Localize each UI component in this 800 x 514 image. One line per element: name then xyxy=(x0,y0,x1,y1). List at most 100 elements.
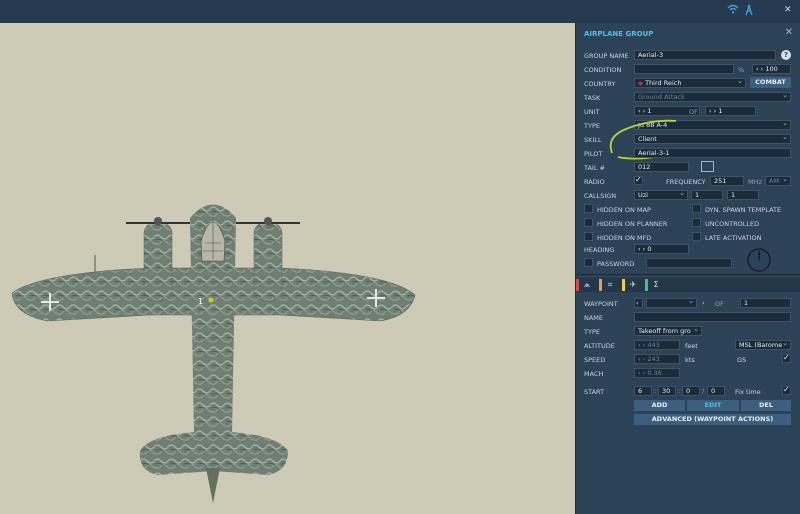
delete-waypoint-button[interactable]: DEL xyxy=(741,400,791,411)
fix-time-label: Fix time xyxy=(735,388,761,396)
help-icon[interactable]: ? xyxy=(781,50,791,60)
colon-2: : xyxy=(678,387,681,395)
heading-label: HEADING xyxy=(584,246,615,254)
hidden-on-map-checkbox[interactable] xyxy=(584,204,593,213)
antenna-icon[interactable] xyxy=(744,4,754,19)
condition-value: 100 xyxy=(765,65,778,73)
condition-label: CONDITION xyxy=(584,66,622,74)
tab-summary[interactable]: Σ xyxy=(645,278,667,292)
password-checkbox[interactable] xyxy=(584,258,593,267)
panel-title: AIRPLANE GROUP xyxy=(584,30,654,38)
heading-value: 0 xyxy=(647,245,652,253)
late-activation-checkbox[interactable] xyxy=(692,232,701,241)
pilot-label: PILOT xyxy=(584,150,603,158)
edit-waypoint-button[interactable]: EDIT xyxy=(687,400,739,411)
group-name-input[interactable]: Aerial-3 xyxy=(634,50,776,60)
waypoint-name-input[interactable] xyxy=(634,312,791,322)
uncontrolled-checkbox[interactable] xyxy=(692,218,701,227)
start-fraction[interactable]: 0 xyxy=(707,386,725,396)
task-select[interactable]: Ground Attack xyxy=(634,92,791,102)
route-tab-stripe xyxy=(576,279,579,291)
callsign-number-2[interactable]: 1 xyxy=(727,190,759,200)
tab-route[interactable]: ⩕ xyxy=(576,278,598,292)
modulation-select[interactable]: AM xyxy=(765,176,791,186)
unit-count-input[interactable]: ‹ › 1 xyxy=(705,106,756,116)
country-value: Third Reich xyxy=(645,79,682,87)
close-icon[interactable]: ✕ xyxy=(784,5,792,15)
speed-input[interactable]: ‹ › 243 xyxy=(634,354,680,364)
payload-tab-stripe xyxy=(599,279,602,291)
waypoint-label: WAYPOINT xyxy=(584,300,618,308)
summary-tab-stripe xyxy=(645,279,648,291)
task-label: TASK xyxy=(584,94,601,102)
start-seconds[interactable]: 0 xyxy=(682,386,700,396)
pilot-input[interactable]: Aerial-3-1 xyxy=(634,148,791,158)
callsign-number-1[interactable]: 1 xyxy=(691,190,723,200)
heading-input[interactable]: ‹ › 0 xyxy=(634,244,689,254)
tab-payload[interactable]: ⌗ xyxy=(599,278,621,292)
country-select[interactable]: ◆ Third Reich xyxy=(634,78,746,88)
radio-label: RADIO xyxy=(584,178,605,186)
waypoint-name-label: NAME xyxy=(584,314,604,322)
tab-bar: ⩕ ⌗ ✈ Σ xyxy=(576,278,800,292)
start-minutes[interactable]: 30 xyxy=(658,386,676,396)
start-label: START xyxy=(584,388,605,396)
map-canvas[interactable]: 1 xyxy=(0,23,575,514)
heading-dial-icon[interactable] xyxy=(747,248,771,272)
callsign-label: CALLSIGN xyxy=(584,192,617,200)
waypoint-prev-button[interactable]: ‹ xyxy=(634,298,643,308)
tail-label: TAIL # xyxy=(584,164,605,172)
tab-aircraft[interactable]: ✈ xyxy=(622,278,644,292)
altitude-input[interactable]: ‹ › 443 xyxy=(634,340,680,350)
unit-number-label: 1 xyxy=(198,297,203,306)
start-hours[interactable]: 6 xyxy=(634,386,652,396)
callsign-select[interactable]: Uzi xyxy=(634,190,688,200)
country-label: COUNTRY xyxy=(584,80,616,88)
mach-input[interactable]: ‹ › 0.36 xyxy=(634,368,680,378)
gs-checkbox[interactable] xyxy=(782,353,791,363)
hidden-on-planner-checkbox[interactable] xyxy=(584,218,593,227)
late-activation-label: LATE ACTIVATION xyxy=(705,234,762,242)
aircraft-icon[interactable]: 1 xyxy=(0,23,575,514)
dyn-spawn-label: DYN. SPAWN TEMPLATE xyxy=(705,206,782,214)
hidden-on-mfd-label: HIDDEN ON MFD xyxy=(597,234,652,242)
tail-input[interactable]: 012 xyxy=(634,162,689,172)
altitude-reference-select[interactable]: MSL (Barome xyxy=(735,340,791,350)
frequency-input[interactable]: 251 xyxy=(710,176,744,186)
livery-icon[interactable] xyxy=(701,161,714,172)
waypoint-next-button[interactable]: › xyxy=(702,299,705,307)
add-waypoint-button[interactable]: ADD xyxy=(634,400,685,411)
radio-checkbox[interactable] xyxy=(634,175,643,185)
combat-button[interactable]: COMBAT xyxy=(750,77,791,88)
top-toolbar: ✕ xyxy=(0,0,800,23)
fix-time-checkbox[interactable] xyxy=(782,385,791,395)
mhz-label: MHz xyxy=(748,178,762,186)
password-input[interactable] xyxy=(646,258,732,268)
speed-label: SPEED xyxy=(584,356,606,364)
speed-value: 243 xyxy=(647,355,660,363)
slash: / xyxy=(702,387,705,395)
uncontrolled-label: UNCONTROLLED xyxy=(705,220,760,228)
condition-slider[interactable] xyxy=(634,64,734,74)
airplane-group-panel: AIRPLANE GROUP ✕ GROUP NAME Aerial-3 ? C… xyxy=(575,23,800,514)
waypoint-type-select[interactable]: Takeoff from gro xyxy=(634,326,702,336)
altitude-value: 443 xyxy=(647,341,660,349)
altitude-label: ALTITUDE xyxy=(584,342,615,350)
password-label: PASSWORD xyxy=(597,260,635,268)
group-name-label: GROUP NAME xyxy=(584,52,629,60)
wifi-icon[interactable] xyxy=(727,4,739,17)
hidden-on-mfd-checkbox[interactable] xyxy=(584,232,593,241)
waypoint-count: 1 xyxy=(740,298,791,308)
feet-label: feet xyxy=(685,342,698,350)
skill-label: SKILL xyxy=(584,136,602,144)
waypoint-of-label: OF xyxy=(715,300,724,308)
advanced-waypoint-actions-button[interactable]: ADVANCED (WAYPOINT ACTIONS) xyxy=(634,414,791,425)
unit-label: UNIT xyxy=(584,108,600,116)
dyn-spawn-checkbox[interactable] xyxy=(692,204,701,213)
unit-count-value: 1 xyxy=(718,107,723,115)
kts-label: kts xyxy=(685,356,695,364)
panel-close-icon[interactable]: ✕ xyxy=(785,27,793,38)
frequency-label: FREQUENCY xyxy=(666,178,706,186)
condition-input[interactable]: ‹ › 100 xyxy=(752,64,791,74)
waypoint-select[interactable] xyxy=(646,298,697,308)
